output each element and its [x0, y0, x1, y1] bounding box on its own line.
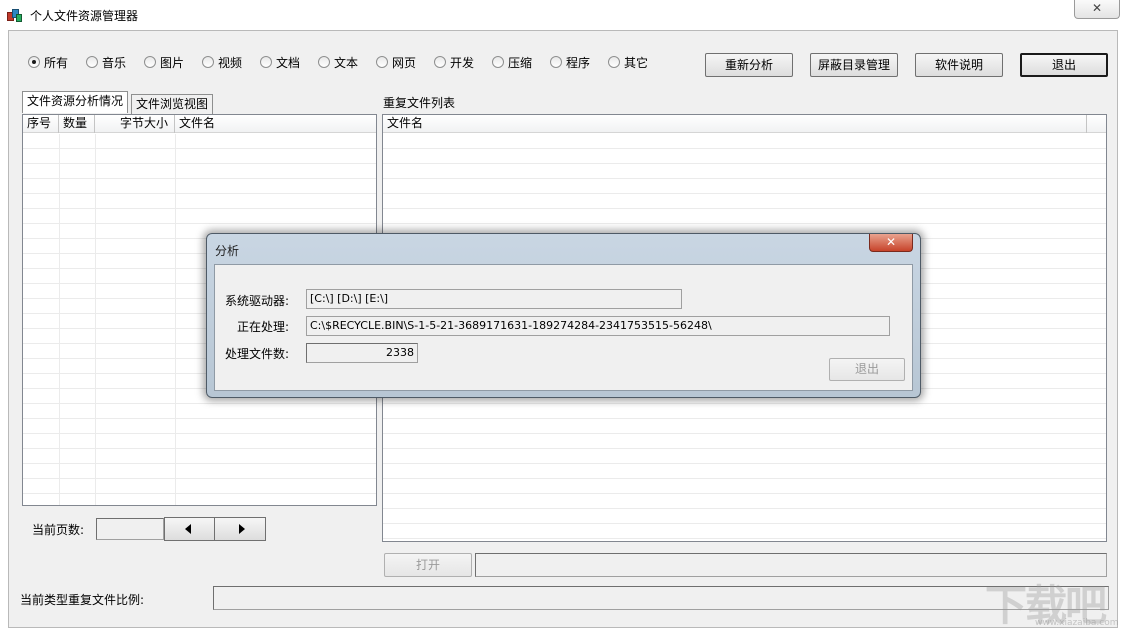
duplicate-list-header: 文件名	[383, 115, 1106, 133]
analysis-list-header: 序号 数量 字节大小 文件名	[23, 115, 376, 133]
window-close-button[interactable]: ✕	[1074, 0, 1120, 19]
column-header-count[interactable]: 数量	[59, 115, 95, 133]
filter-radio-dev[interactable]: 开发	[434, 53, 474, 71]
radio-dot-icon	[608, 56, 620, 68]
analysis-dialog: 分析 ✕ 系统驱动器: [C:\] [D:\] [E:\] 正在处理: C:\$…	[206, 233, 921, 398]
radio-dot-icon	[492, 56, 504, 68]
column-header-dup-filename[interactable]: 文件名	[383, 115, 1087, 133]
filter-radio-all[interactable]: 所有	[28, 53, 68, 71]
arrow-left-icon	[185, 524, 191, 534]
page-label: 当前页数:	[32, 523, 85, 537]
dialog-close-button[interactable]: ✕	[869, 234, 913, 252]
filter-radio-images[interactable]: 图片	[144, 53, 184, 71]
ratio-label: 当前类型重复文件比例:	[20, 593, 145, 607]
radio-dot-icon	[144, 56, 156, 68]
title-bar: 个人文件资源管理器 ✕	[0, 0, 1125, 30]
filter-radio-music[interactable]: 音乐	[86, 53, 126, 71]
count-label: 处理文件数:	[225, 347, 290, 361]
filter-radio-web[interactable]: 网页	[376, 53, 416, 71]
watermark-url: www.xiazaiba.com	[1035, 618, 1119, 628]
exit-button[interactable]: 退出	[1020, 53, 1108, 77]
radio-dot-icon	[260, 56, 272, 68]
window-title: 个人文件资源管理器	[30, 9, 139, 23]
file-count-field: 2338	[306, 343, 418, 363]
open-button[interactable]: 打开	[384, 553, 472, 577]
radio-dot-icon	[434, 56, 446, 68]
page-number-field[interactable]	[96, 518, 164, 540]
filter-radio-programs[interactable]: 程序	[550, 53, 590, 71]
processing-label: 正在处理:	[237, 320, 290, 334]
filter-radio-text[interactable]: 文本	[318, 53, 358, 71]
ratio-field	[213, 586, 1109, 610]
prev-page-button[interactable]	[164, 517, 216, 541]
exclude-dirs-button[interactable]: 屏蔽目录管理	[810, 53, 898, 77]
filter-radio-other[interactable]: 其它	[608, 53, 648, 71]
radio-dot-icon	[202, 56, 214, 68]
duplicate-list-title: 重复文件列表	[383, 96, 456, 110]
processing-path-field: C:\$RECYCLE.BIN\S-1-5-21-3689171631-1892…	[306, 316, 890, 336]
reanalyze-button[interactable]: 重新分析	[705, 53, 793, 77]
radio-dot-icon	[86, 56, 98, 68]
tab-file-browser[interactable]: 文件浏览视图	[131, 94, 214, 114]
column-header-filename[interactable]: 文件名	[175, 115, 376, 133]
dialog-exit-button[interactable]: 退出	[829, 358, 905, 381]
filter-radio-video[interactable]: 视频	[202, 53, 242, 71]
tab-analysis[interactable]: 文件资源分析情况	[22, 91, 129, 113]
filter-radio-archive[interactable]: 压缩	[492, 53, 532, 71]
drives-label: 系统驱动器:	[225, 294, 290, 308]
arrow-right-icon	[239, 524, 245, 534]
next-page-button[interactable]	[214, 517, 266, 541]
radio-dot-icon	[550, 56, 562, 68]
dialog-title: 分析	[215, 244, 240, 258]
column-header-bytes[interactable]: 字节大小	[95, 115, 175, 133]
radio-dot-icon	[376, 56, 388, 68]
radio-dot-icon	[318, 56, 330, 68]
column-header-index[interactable]: 序号	[23, 115, 59, 133]
radio-dot-icon	[28, 56, 40, 68]
drives-field: [C:\] [D:\] [E:\]	[306, 289, 682, 309]
app-icon	[7, 7, 22, 22]
help-button[interactable]: 软件说明	[915, 53, 1003, 77]
filter-radio-documents[interactable]: 文档	[260, 53, 300, 71]
dialog-body: 系统驱动器: [C:\] [D:\] [E:\] 正在处理: C:\$RECYC…	[214, 264, 913, 391]
